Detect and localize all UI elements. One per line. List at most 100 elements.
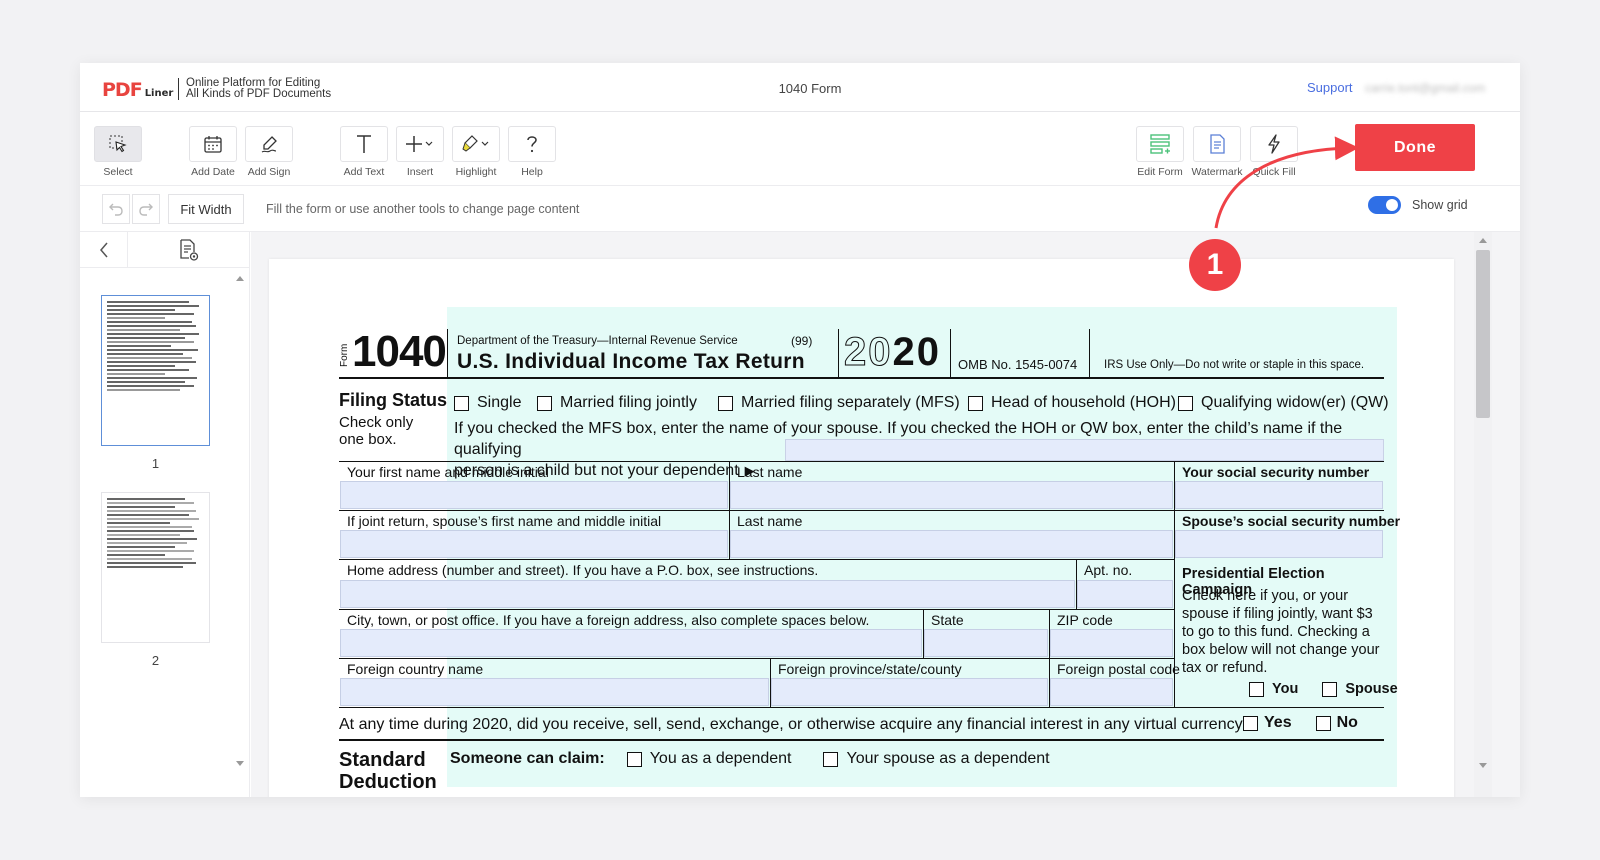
user-email[interactable]: carrie.tont@gmail.com [1365,81,1485,95]
filing-option-hoh[interactable]: Head of household (HOH) [968,394,1176,412]
field-input[interactable] [924,629,1048,657]
help-tool[interactable]: Help [508,126,556,178]
instruction-hint: Fill the form or use another tools to ch… [266,202,580,216]
spouse-last-name-field[interactable]: Last name [729,510,1174,559]
step-callout: 1 [1189,239,1241,291]
first-name-field[interactable]: Your first name and middle initial [339,461,729,510]
spouse-ssn-field[interactable]: Spouse’s social security number [1174,510,1400,559]
apt-number-field[interactable]: Apt. no. [1076,559,1174,609]
add-date-tool[interactable]: Add Date [189,126,237,178]
redo-button[interactable] [132,194,160,224]
field-label: Foreign province/state/county [778,661,962,677]
pec-spouse-checkbox[interactable] [1322,681,1338,697]
select-label: Select [103,166,133,178]
you-dependent-label: You as a dependent [649,750,792,767]
insert-tool[interactable]: Insert [396,126,444,178]
scroll-down-arrow-icon[interactable] [236,761,244,766]
undo-icon [109,203,123,216]
add-sign-tool[interactable]: Add Sign [245,126,293,178]
spouse-dependent-checkbox[interactable] [823,751,839,767]
page-settings-button[interactable] [178,238,200,267]
field-input[interactable] [1050,629,1173,657]
checkbox[interactable] [718,395,733,411]
pec-spouse-label: Spouse [1345,681,1398,697]
field-input[interactable] [340,580,1075,608]
home-address-field[interactable]: Home address (number and street). If you… [339,559,1076,609]
filing-status-section: Filing Status Check only one box. Single… [339,381,1389,479]
zip-code-field[interactable]: ZIP code [1049,609,1174,658]
field-input[interactable] [340,481,728,509]
foreign-postal-field[interactable]: Foreign postal code [1049,658,1180,707]
done-button[interactable]: Done [1355,124,1475,171]
vc-no-checkbox[interactable] [1315,715,1331,731]
page-thumbnails-sidebar: 1 2 [80,232,250,797]
collapse-sidebar-button[interactable] [80,232,128,268]
field-label: Spouse’s social security number [1182,513,1401,529]
field-label: Your social security number [1182,464,1370,480]
field-input[interactable] [340,678,769,706]
doc-scroll-up-icon[interactable] [1479,238,1487,243]
filing-option-mfs[interactable]: Married filing separately (MFS) [718,394,960,412]
tax-year-bold: 20 [892,330,941,374]
document-scrollbar[interactable] [1474,232,1492,797]
field-label: Apt. no. [1084,562,1133,578]
someone-can-claim-label: Someone can claim: [450,750,605,767]
field-input[interactable] [1175,481,1383,509]
plus-icon [406,136,433,152]
checkbox[interactable] [454,395,469,411]
document-canvas: Form 1040 Department of the Treasury—Int… [251,232,1520,797]
pec-options: You Spouse [1249,681,1398,697]
scroll-up-arrow-icon[interactable] [236,276,244,281]
help-label: Help [521,166,543,178]
you-dependent-checkbox[interactable] [626,751,642,767]
doc-scroll-down-icon[interactable] [1479,763,1487,768]
highlight-tool[interactable]: Highlight [452,126,500,178]
add-text-tool[interactable]: Add Text [340,126,388,178]
page-thumbnail-1[interactable] [101,295,210,446]
field-input[interactable] [1175,530,1383,558]
foreign-province-field[interactable]: Foreign province/state/county [770,658,1049,707]
state-field[interactable]: State [923,609,1049,658]
ssn-field[interactable]: Your social security number [1174,461,1384,510]
field-input[interactable] [1050,678,1173,706]
field-input[interactable] [340,530,728,558]
sidebar-scrollbar[interactable] [232,270,248,770]
select-tool[interactable]: Select [94,126,142,178]
spouse-first-name-field[interactable]: If joint return, spouse’s first name and… [339,510,729,559]
select-cursor-icon [109,135,127,153]
vc-yes-checkbox[interactable] [1243,715,1258,731]
checkbox[interactable] [537,395,552,411]
field-label: City, town, or post office. If you have … [347,612,870,628]
support-link[interactable]: Support [1307,80,1353,95]
field-input[interactable] [340,629,922,657]
virtual-currency-question: At any time during 2020, did you receive… [339,707,1384,741]
checkbox[interactable] [968,395,983,411]
checkbox[interactable] [1178,395,1193,411]
filing-option-qw[interactable]: Qualifying widow(er) (QW) [1178,394,1389,412]
edit-form-tool[interactable]: Edit Form [1136,126,1184,178]
document-settings-icon [180,239,199,261]
field-label: Foreign country name [347,661,484,677]
highlighter-icon [462,135,489,152]
show-grid-toggle[interactable] [1368,196,1401,214]
doc-scroll-thumb[interactable] [1476,250,1490,418]
pec-you-checkbox[interactable] [1249,681,1264,697]
filing-option-single[interactable]: Single [454,394,521,412]
pen-sign-icon [261,136,277,153]
city-field[interactable]: City, town, or post office. If you have … [339,609,923,658]
last-name-field[interactable]: Last name [729,461,1174,510]
field-input[interactable] [1077,580,1173,608]
virtual-currency-options: Yes No [1243,714,1358,732]
field-input[interactable] [771,678,1048,706]
page-thumbnail-2[interactable] [101,492,210,643]
foreign-country-field[interactable]: Foreign country name [339,658,770,707]
fit-width-button[interactable]: Fit Width [168,194,244,224]
tax-year: 2020 [844,330,941,375]
field-input[interactable] [730,530,1173,558]
filing-option-mfj[interactable]: Married filing jointly [537,394,697,412]
field-input[interactable] [730,481,1173,509]
sidebar-header [80,232,250,268]
undo-button[interactable] [102,194,130,224]
spouse-child-name-input[interactable] [785,439,1384,461]
pdf-page: Form 1040 Department of the Treasury—Int… [269,259,1454,797]
